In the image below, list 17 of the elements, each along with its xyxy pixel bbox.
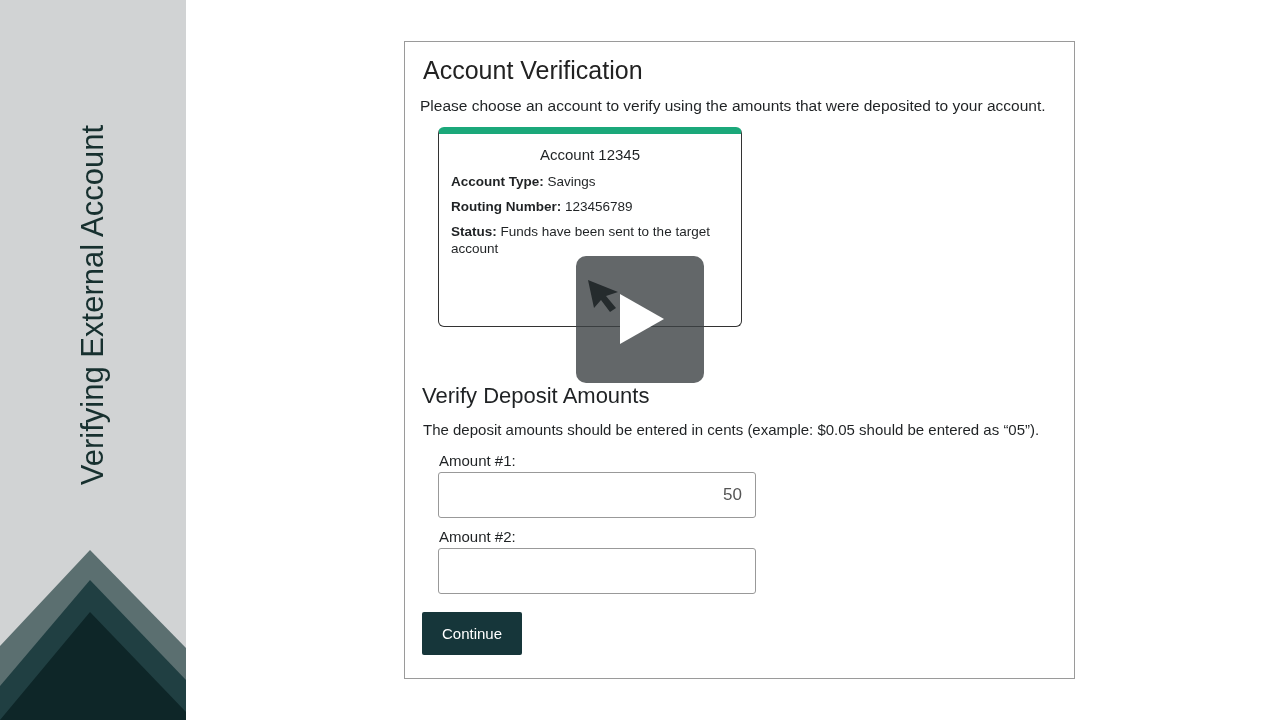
- account-detail: Account Type: Savings: [451, 173, 597, 190]
- account-detail: Routing Number: 123456789: [451, 198, 634, 215]
- intro-text: Please choose an account to verify using the amounts that were deposited to your account.: [420, 97, 1047, 115]
- form-title: Account Verification: [423, 56, 644, 85]
- input-field[interactable]: 50: [438, 472, 756, 518]
- account-detail: Status: Funds have been sent to the target account: [451, 223, 711, 257]
- field-label: Amount #2:: [439, 528, 517, 545]
- cursor-icon: [586, 278, 620, 314]
- play-button[interactable]: [576, 256, 704, 383]
- continue-button[interactable]: Continue: [422, 612, 523, 655]
- slide-title: Verifying External Account: [75, 124, 111, 486]
- hint-text: The deposit amounts should be entered in cents (example: $0.05 should be entered as “05”).: [423, 421, 1041, 438]
- input-field[interactable]: [438, 548, 756, 594]
- section-title: Verify Deposit Amounts: [422, 383, 651, 409]
- play-icon: [618, 292, 666, 346]
- account-name: Account 12345: [538, 146, 642, 163]
- field-label: Amount #1:: [439, 452, 517, 469]
